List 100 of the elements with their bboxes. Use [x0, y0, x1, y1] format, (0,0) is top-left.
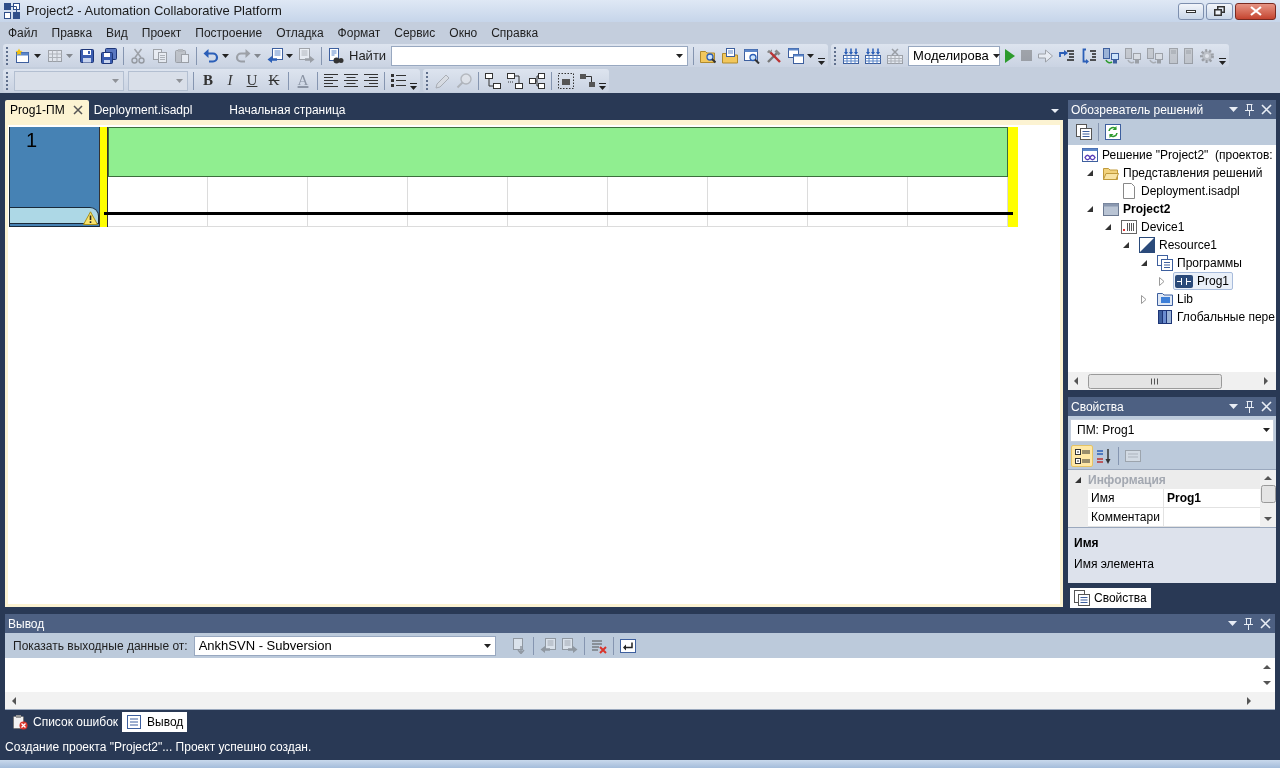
property-name[interactable]: Имя	[1088, 489, 1164, 508]
menu-item[interactable]: Отладка	[269, 23, 331, 42]
properties-icon[interactable]	[1076, 124, 1092, 140]
expanded-arrow-icon[interactable]	[1075, 476, 1081, 483]
toolbar-grip-icon[interactable]	[834, 46, 837, 65]
panel-tab[interactable]: Свойства	[1070, 588, 1151, 608]
dropdown-field[interactable]: AnkhSVN - Subversion	[193, 635, 496, 656]
property-value-field[interactable]: Prog1	[1164, 489, 1260, 508]
menu-item[interactable]: Справка	[484, 23, 546, 42]
document-tab[interactable]: Начальная страница	[224, 100, 378, 120]
bulleted-list-icon[interactable]	[391, 73, 406, 88]
expanded-arrow-icon[interactable]	[1123, 242, 1129, 248]
menu-item[interactable]: Правка	[44, 23, 100, 42]
minimize-button[interactable]	[1178, 2, 1204, 20]
align-left-icon[interactable]	[324, 73, 338, 88]
menu-item[interactable]: Построение	[188, 23, 270, 42]
align-right-icon[interactable]	[364, 73, 378, 88]
tree-item[interactable]: Lib	[1155, 290, 1197, 308]
italic-button[interactable]: I	[219, 69, 241, 92]
menu-item[interactable]: Окно	[442, 23, 485, 42]
floppy-disks-icon[interactable]	[101, 47, 117, 64]
caret-icon[interactable]	[1051, 109, 1059, 113]
panel-tab[interactable]: Вывод	[122, 712, 188, 732]
align-center-icon[interactable]	[344, 73, 358, 88]
scroll-right-icon[interactable]	[1264, 377, 1268, 385]
menu-item[interactable]: Файл	[1, 23, 45, 42]
menu-item[interactable]: Сервис	[387, 23, 443, 42]
find-button[interactable]: Найти	[325, 44, 390, 67]
grid-arrows-icon[interactable]	[865, 47, 882, 64]
tree-item[interactable]: Программы	[1155, 254, 1246, 272]
overflow-icon[interactable]	[1219, 57, 1227, 65]
caret-icon[interactable]	[34, 53, 41, 58]
tools-icon[interactable]	[766, 47, 783, 64]
underline-button[interactable]: U	[241, 69, 263, 92]
property-name[interactable]: Комментари	[1088, 508, 1164, 527]
grid-arrows-icon[interactable]	[843, 47, 860, 64]
menu-item[interactable]: Формат	[330, 23, 388, 42]
connected-shapes-icon[interactable]	[580, 73, 595, 88]
caret-icon[interactable]	[286, 53, 293, 58]
tree-item[interactable]: Project2	[1101, 200, 1175, 218]
toggle-button[interactable]	[1071, 445, 1093, 467]
property-value-field[interactable]	[1164, 508, 1260, 527]
pin-icon[interactable]	[1243, 617, 1254, 630]
expanded-arrow-icon[interactable]	[1087, 206, 1093, 212]
word-wrap-icon[interactable]	[619, 637, 636, 654]
tree-item[interactable]: Device1	[1119, 218, 1189, 236]
menu-item[interactable]: Вид	[99, 23, 135, 42]
scroll-left-icon[interactable]	[12, 696, 16, 705]
bracket-arrow-icon[interactable]	[1081, 47, 1098, 64]
tree-item[interactable]: Глобальные пере	[1155, 308, 1279, 326]
tree-item[interactable]: Решение "Project2" (проектов:	[1080, 146, 1277, 164]
lines-arrow-icon[interactable]	[1059, 47, 1076, 64]
connected-boxes-icon[interactable]	[485, 72, 501, 89]
clear-list-icon[interactable]	[590, 637, 607, 654]
expanded-arrow-icon[interactable]	[1087, 170, 1093, 176]
dashed-selection-icon[interactable]	[558, 72, 574, 89]
caret-icon[interactable]	[1229, 107, 1238, 112]
refresh-icon[interactable]	[1105, 124, 1121, 140]
dropdown-field[interactable]: Моделирова	[908, 45, 1001, 66]
undo-icon[interactable]	[203, 47, 219, 64]
pin-icon[interactable]	[1244, 400, 1255, 413]
overflow-icon[interactable]	[410, 82, 417, 90]
dropdown-field[interactable]: ПМ: Prog1	[1070, 418, 1274, 442]
caret-icon[interactable]	[1228, 621, 1237, 626]
scroll-up-icon[interactable]	[1262, 665, 1271, 669]
strikethrough-button[interactable]: K	[263, 69, 285, 92]
scroll-down-icon[interactable]	[1264, 517, 1272, 521]
scrollbar-thumb[interactable]	[1260, 485, 1276, 503]
caret-icon[interactable]	[807, 53, 815, 58]
close-icon[interactable]	[72, 105, 83, 115]
pin-icon[interactable]	[1244, 103, 1255, 116]
caret-icon[interactable]	[1229, 404, 1238, 409]
tree-item[interactable]: Resource1	[1137, 236, 1222, 254]
collapsed-arrow-icon[interactable]	[1159, 276, 1165, 286]
scrollbar-thumb[interactable]	[1088, 373, 1222, 389]
tree-item[interactable]: Prog1	[1173, 272, 1234, 290]
scroll-up-icon[interactable]	[1264, 476, 1272, 480]
windows-icon[interactable]	[788, 47, 805, 64]
scroll-down-icon[interactable]	[1262, 681, 1271, 685]
folder-icon[interactable]	[722, 47, 739, 64]
computers-icon[interactable]	[1103, 47, 1120, 64]
document-tab[interactable]: Prog1-ПМ	[5, 100, 89, 120]
tree-item[interactable]: Представления решений	[1101, 164, 1267, 182]
play-icon[interactable]	[1005, 48, 1016, 63]
connected-boxes-icon[interactable]	[529, 72, 545, 89]
document-tab[interactable]: Deployment.isadpl	[88, 100, 225, 120]
window-search-icon[interactable]	[744, 47, 761, 64]
overflow-icon[interactable]	[818, 57, 826, 65]
scroll-left-icon[interactable]	[1074, 377, 1078, 385]
dropdown-field[interactable]	[391, 45, 689, 66]
caret-icon[interactable]	[222, 53, 229, 58]
close-button[interactable]	[1235, 2, 1276, 20]
expanded-arrow-icon[interactable]	[1105, 224, 1111, 230]
window-star-icon[interactable]	[15, 47, 31, 64]
expanded-arrow-icon[interactable]	[1141, 260, 1147, 266]
overflow-icon[interactable]	[599, 82, 606, 90]
connected-boxes-icon[interactable]	[507, 72, 523, 89]
document-arrow-icon[interactable]	[267, 47, 283, 64]
panel-tab[interactable]: Список ошибок	[8, 712, 123, 732]
scroll-right-icon[interactable]	[1247, 696, 1251, 705]
